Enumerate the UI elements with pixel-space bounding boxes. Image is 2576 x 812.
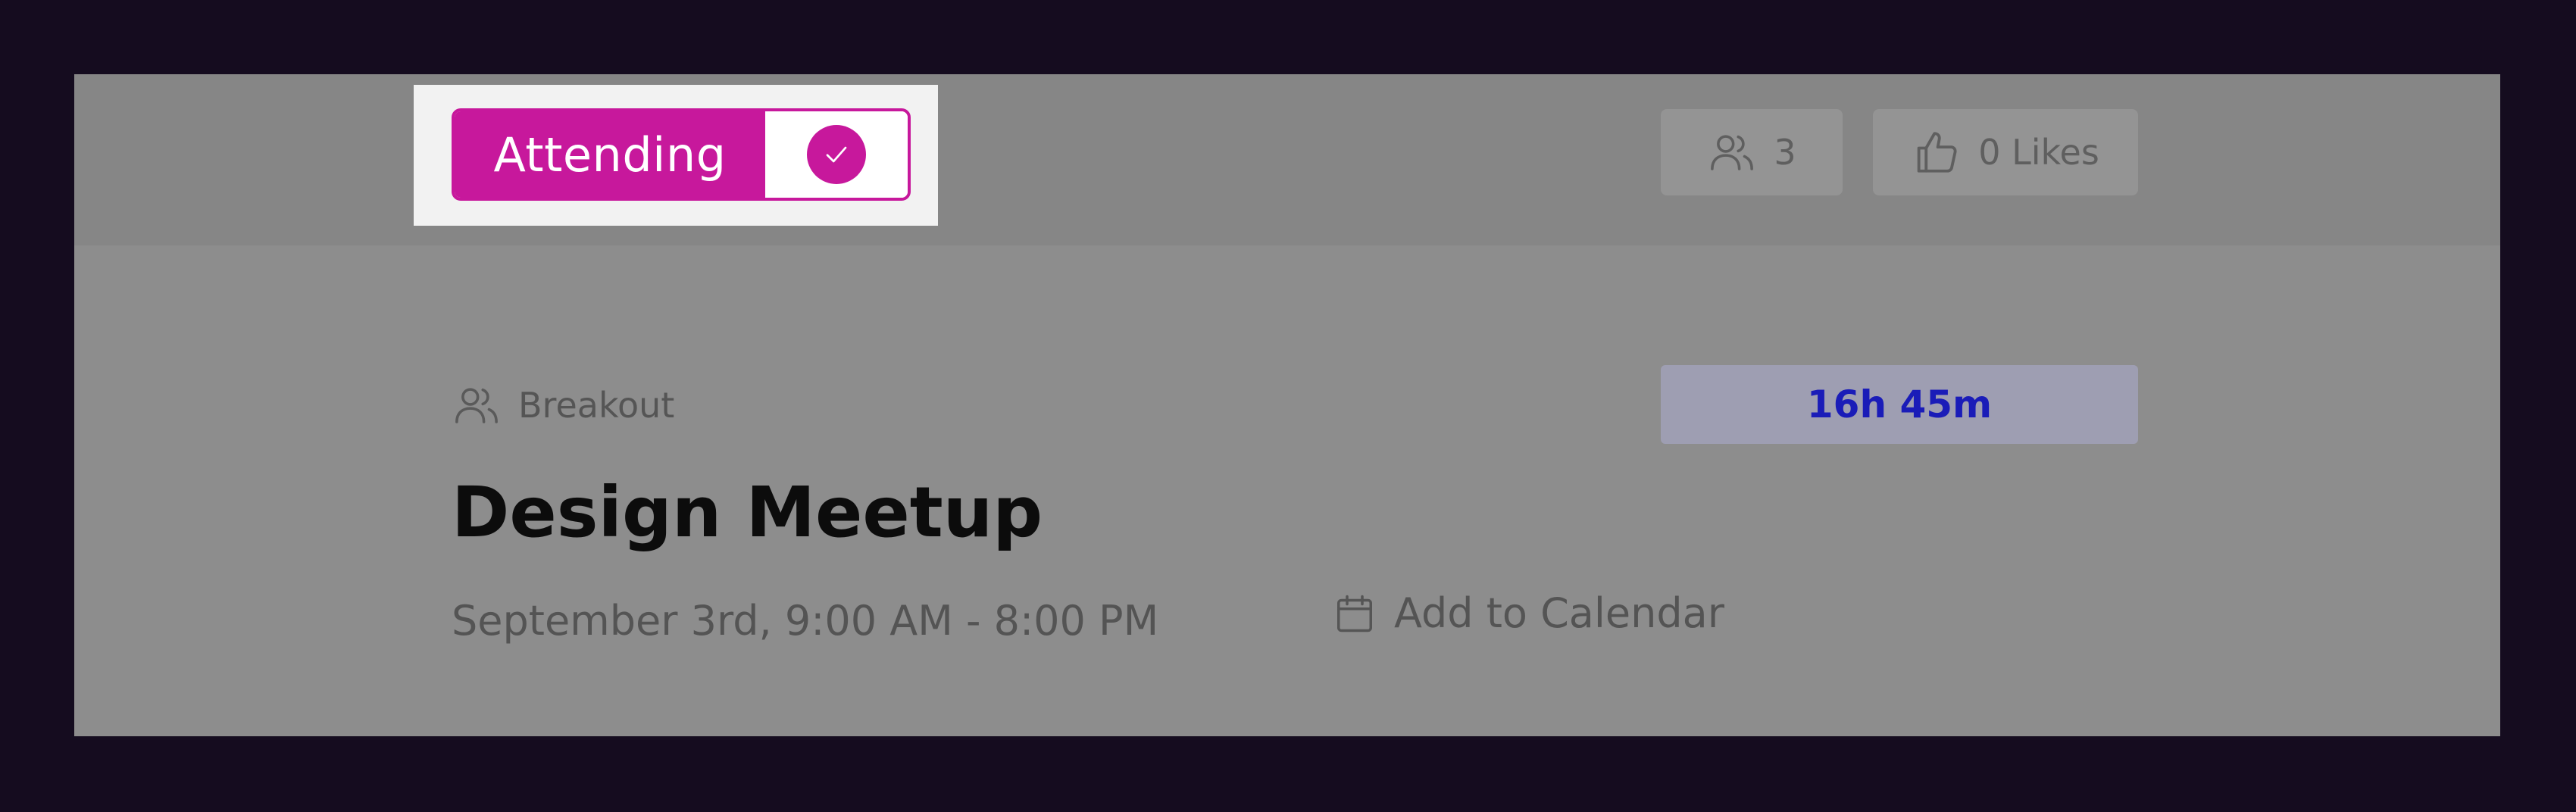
add-to-calendar-link[interactable]: Add to Calendar <box>1332 589 1724 639</box>
likes-label: 0 Likes <box>1978 132 2099 173</box>
users-icon <box>1711 135 1754 170</box>
attendees-count-button[interactable]: 3 <box>1661 109 1843 195</box>
event-title: Design Meetup <box>452 472 1043 553</box>
attendees-count: 3 <box>1774 132 1796 173</box>
thumbs-up-icon <box>1917 132 1957 173</box>
check-icon <box>807 125 866 184</box>
add-to-calendar-label: Add to Calendar <box>1394 589 1724 637</box>
attending-toggle-button[interactable]: Attending <box>452 108 911 201</box>
likes-button[interactable]: 0 Likes <box>1873 109 2138 195</box>
countdown-badge: 16h 45m <box>1661 365 2138 444</box>
session-type: Breakout <box>452 379 674 432</box>
attending-label: Attending <box>455 111 765 198</box>
attending-check-area <box>765 111 908 198</box>
users-icon <box>455 388 498 423</box>
event-card: Attending 3 0 Likes Breakout 16h 45m Des… <box>74 74 2500 736</box>
calendar-icon <box>1337 595 1372 632</box>
session-type-label: Breakout <box>518 385 675 426</box>
screen-backdrop: Attending 3 0 Likes Breakout 16h 45m Des… <box>0 0 2576 812</box>
event-datetime: September 3rd, 9:00 AM - 8:00 PM <box>452 597 1159 645</box>
attend-spotlight: Attending <box>414 85 938 226</box>
card-header: Attending 3 0 Likes <box>74 74 2500 245</box>
